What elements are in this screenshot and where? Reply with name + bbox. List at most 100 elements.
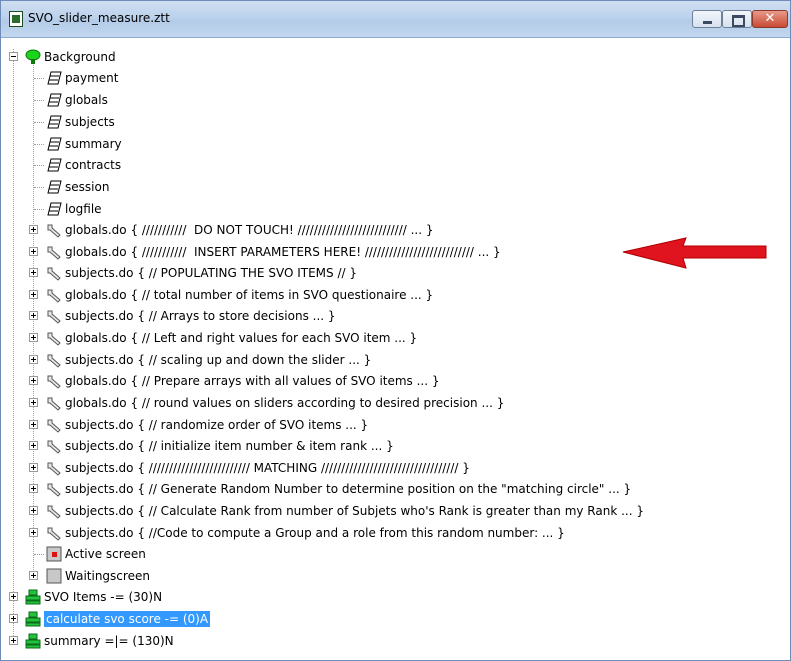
tree-node-label: payment (65, 71, 119, 85)
tree-node-label: subjects.do { // Calculate Rank from num… (65, 504, 644, 518)
tree-node-program[interactable]: subjects.do { // Generate Random Number … (1, 479, 790, 500)
tree-node-background[interactable]: Background (1, 47, 790, 68)
tree-node-label: subjects.do { // initialize item number … (65, 439, 394, 453)
tree-node-label: SVO Items -= (30)N (44, 590, 163, 604)
expand-toggle[interactable] (29, 571, 38, 580)
tree-node-program[interactable]: subjects.do { // Calculate Rank from num… (1, 501, 790, 522)
tree-node-table[interactable]: contracts (1, 155, 790, 176)
expand-toggle[interactable] (29, 268, 38, 277)
title-bar[interactable]: SVO_slider_measure.ztt ✕ (1, 1, 790, 38)
expand-toggle[interactable] (29, 333, 38, 342)
tree-node-table[interactable]: session (1, 177, 790, 198)
tree-node-label: globals.do { // Prepare arrays with all … (65, 374, 440, 388)
expand-toggle[interactable] (9, 636, 18, 645)
tree-node-label: Background (44, 50, 116, 64)
tree-node-label: calculate svo score -= (0)A (44, 611, 211, 627)
expand-toggle[interactable] (29, 484, 38, 493)
tree-node-program[interactable]: globals.do { // round values on sliders … (1, 393, 790, 414)
expand-toggle[interactable] (29, 311, 38, 320)
tree-node-program[interactable]: globals.do { // total number of items in… (1, 285, 790, 306)
tree-node-program[interactable]: subjects.do { //Code to compute a Group … (1, 523, 790, 544)
wrench-icon (47, 483, 61, 497)
tree-line (34, 187, 44, 188)
tree-node-table[interactable]: payment (1, 68, 790, 89)
close-icon: ✕ (764, 11, 776, 26)
expand-toggle[interactable] (29, 247, 38, 256)
red-arrow-icon (622, 237, 767, 269)
tree-node-active-screen[interactable]: Active screen (1, 544, 790, 565)
tree-node-stage-selected[interactable]: calculate svo score -= (0)A (1, 609, 790, 630)
tree-node-label: subjects.do { // Generate Random Number … (65, 482, 632, 496)
tree-node-label: subjects.do { // scaling up and down the… (65, 353, 372, 367)
table-sheets-icon (47, 202, 62, 216)
table-sheets-icon (47, 158, 62, 172)
expand-toggle[interactable] (9, 592, 18, 601)
tree-node-program[interactable]: subjects.do { // Arrays to store decisio… (1, 306, 790, 327)
tree-node-label: globals.do { /////////// DO NOT TOUCH! /… (65, 223, 434, 237)
ztree-app-icon (9, 11, 23, 27)
tree-node-label: logfile (65, 202, 102, 216)
table-sheets-icon (47, 115, 62, 129)
tree-line (34, 122, 44, 123)
table-sheets-icon (47, 180, 62, 194)
stage-icon (25, 611, 41, 627)
tree-node-stage[interactable]: SVO Items -= (30)N (1, 587, 790, 608)
tree-node-program[interactable]: subjects.do { ///////////////////////// … (1, 458, 790, 479)
tree-node-program[interactable]: subjects.do { // initialize item number … (1, 436, 790, 457)
minimize-button[interactable] (692, 10, 722, 28)
tree-node-program[interactable]: subjects.do { // scaling up and down the… (1, 350, 790, 371)
maximize-button[interactable] (722, 10, 752, 28)
tree-line (34, 554, 44, 555)
window-title: SVO_slider_measure.ztt (28, 11, 170, 25)
tree-node-table[interactable]: summary (1, 134, 790, 155)
stage-icon (25, 589, 41, 605)
expand-toggle[interactable] (29, 463, 38, 472)
wrench-icon (47, 419, 61, 433)
wrench-icon (47, 354, 61, 368)
wrench-icon (47, 375, 61, 389)
tree-line (34, 209, 44, 210)
collapse-toggle[interactable] (9, 52, 18, 61)
tree-node-label: subjects.do { ///////////////////////// … (65, 461, 470, 475)
tree-node-program[interactable]: subjects.do { // randomize order of SVO … (1, 415, 790, 436)
expand-toggle[interactable] (9, 614, 18, 623)
tree-node-label: globals.do { // total number of items in… (65, 288, 434, 302)
tree-node-label: globals.do { // round values on sliders … (65, 396, 505, 410)
table-sheets-icon (47, 71, 62, 85)
tree-node-table[interactable]: logfile (1, 199, 790, 220)
tree-line (34, 144, 44, 145)
expand-toggle[interactable] (29, 506, 38, 515)
table-sheets-icon (47, 137, 62, 151)
wrench-icon (47, 332, 61, 346)
wrench-icon (47, 224, 61, 238)
expand-toggle[interactable] (29, 528, 38, 537)
tree-node-stage[interactable]: summary =|= (130)N (1, 631, 790, 652)
tree-node-program[interactable]: globals.do { // Prepare arrays with all … (1, 371, 790, 392)
treatment-tree: Background payment globals subjects summ… (1, 38, 790, 658)
expand-toggle[interactable] (29, 398, 38, 407)
expand-toggle[interactable] (29, 441, 38, 450)
waiting-screen-icon (46, 568, 62, 584)
expand-toggle[interactable] (29, 290, 38, 299)
tree-node-waiting-screen[interactable]: Waitingscreen (1, 566, 790, 587)
expand-toggle[interactable] (29, 355, 38, 364)
tree-node-table[interactable]: subjects (1, 112, 790, 133)
app-window: SVO_slider_measure.ztt ✕ Background paym… (0, 0, 791, 661)
wrench-icon (47, 505, 61, 519)
tree-node-table[interactable]: globals (1, 90, 790, 111)
tree-node-label: globals.do { /////////// INSERT PARAMETE… (65, 245, 501, 259)
wrench-icon (47, 397, 61, 411)
wrench-icon (47, 462, 61, 476)
tree-line (34, 165, 44, 166)
tree-node-label: summary =|= (130)N (44, 634, 174, 648)
wrench-icon (47, 246, 61, 260)
tree-node-label: contracts (65, 158, 122, 172)
expand-toggle[interactable] (29, 420, 38, 429)
expand-toggle[interactable] (29, 225, 38, 234)
close-button[interactable]: ✕ (752, 10, 788, 28)
tree-node-label: globals (65, 93, 108, 107)
expand-toggle[interactable] (29, 376, 38, 385)
tree-node-label: subjects.do { // POPULATING THE SVO ITEM… (65, 266, 357, 280)
tree-node-label: session (65, 180, 110, 194)
tree-node-program[interactable]: globals.do { // Left and right values fo… (1, 328, 790, 349)
